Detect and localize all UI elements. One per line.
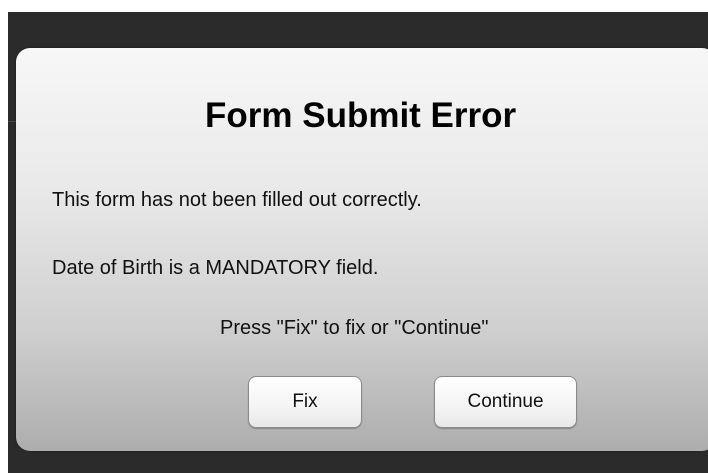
dialog-title: Form Submit Error [205, 96, 517, 135]
continue-button[interactable]: Continue [434, 376, 577, 428]
mandatory-field-message: Date of Birth is a MANDATORY field. [52, 257, 379, 279]
fix-button[interactable]: Fix [248, 376, 362, 428]
error-message: This form has not been filled out correc… [52, 189, 422, 211]
instruction-text: Press "Fix" to fix or "Continue" [220, 317, 489, 339]
